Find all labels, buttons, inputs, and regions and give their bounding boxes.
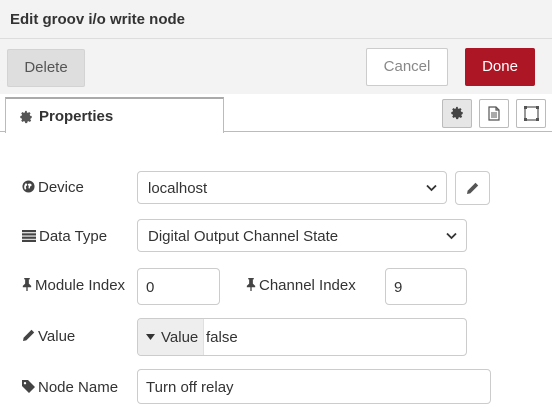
device-select[interactable]: localhost xyxy=(137,171,447,204)
value-typed-input[interactable]: Value false xyxy=(137,318,467,356)
node-name-label-text: Node Name xyxy=(38,379,119,396)
node-name-value: Turn off relay xyxy=(146,379,234,396)
channel-index-label: Channel Index xyxy=(246,277,356,294)
tag-icon xyxy=(22,380,35,393)
globe-icon xyxy=(22,180,35,193)
value-input-text[interactable]: false xyxy=(206,329,238,346)
module-index-input[interactable]: 0 xyxy=(137,268,220,305)
dialog-titlebar: Edit groov i/o write node xyxy=(0,0,552,39)
module-index-value: 0 xyxy=(146,279,155,296)
pencil-icon xyxy=(23,329,35,341)
value-label: Value xyxy=(22,328,75,345)
node-appearance-tab-button[interactable] xyxy=(516,99,546,128)
gear-icon xyxy=(20,110,32,124)
module-index-label-text: Module Index xyxy=(35,277,126,294)
node-name-label: Node Name xyxy=(22,379,118,396)
data-type-value: Digital Output Channel State xyxy=(148,228,339,245)
value-type-select[interactable]: Value xyxy=(138,319,204,355)
gear-icon xyxy=(451,106,463,120)
data-type-label: Data Type xyxy=(22,228,107,245)
node-name-input[interactable]: Turn off relay xyxy=(137,369,491,404)
tab-properties[interactable]: Properties xyxy=(5,97,224,133)
chevron-down-icon xyxy=(446,232,457,240)
value-type-label: Value xyxy=(161,329,199,346)
data-type-select[interactable]: Digital Output Channel State xyxy=(137,219,467,252)
list-icon xyxy=(22,230,36,242)
cancel-button[interactable]: Cancel xyxy=(366,48,448,86)
module-index-label: Module Index xyxy=(22,277,125,294)
document-icon xyxy=(488,106,500,121)
device-label-text: Device xyxy=(38,179,84,196)
pencil-icon xyxy=(467,182,479,194)
dialog-action-bar: Delete Cancel Done xyxy=(0,39,552,94)
channel-index-input[interactable]: 9 xyxy=(385,268,467,305)
delete-button[interactable]: Delete xyxy=(7,49,85,87)
dialog-title: Edit groov i/o write node xyxy=(10,11,186,28)
pushpin-icon xyxy=(246,278,256,291)
node-properties-tab-button[interactable] xyxy=(442,99,472,128)
caret-down-icon xyxy=(146,334,155,340)
node-description-tab-button[interactable] xyxy=(479,99,509,128)
device-label: Device xyxy=(22,179,84,196)
device-value: localhost xyxy=(148,180,208,197)
data-type-label-text: Data Type xyxy=(39,228,108,245)
channel-index-value: 9 xyxy=(394,279,403,296)
edit-device-button[interactable] xyxy=(455,171,490,205)
channel-index-label-text: Channel Index xyxy=(259,277,356,294)
appearance-icon xyxy=(524,106,539,121)
tab-properties-label: Properties xyxy=(39,108,114,125)
pushpin-icon xyxy=(22,278,32,291)
done-button[interactable]: Done xyxy=(465,48,535,86)
chevron-down-icon xyxy=(426,184,437,192)
value-label-text: Value xyxy=(38,328,76,345)
